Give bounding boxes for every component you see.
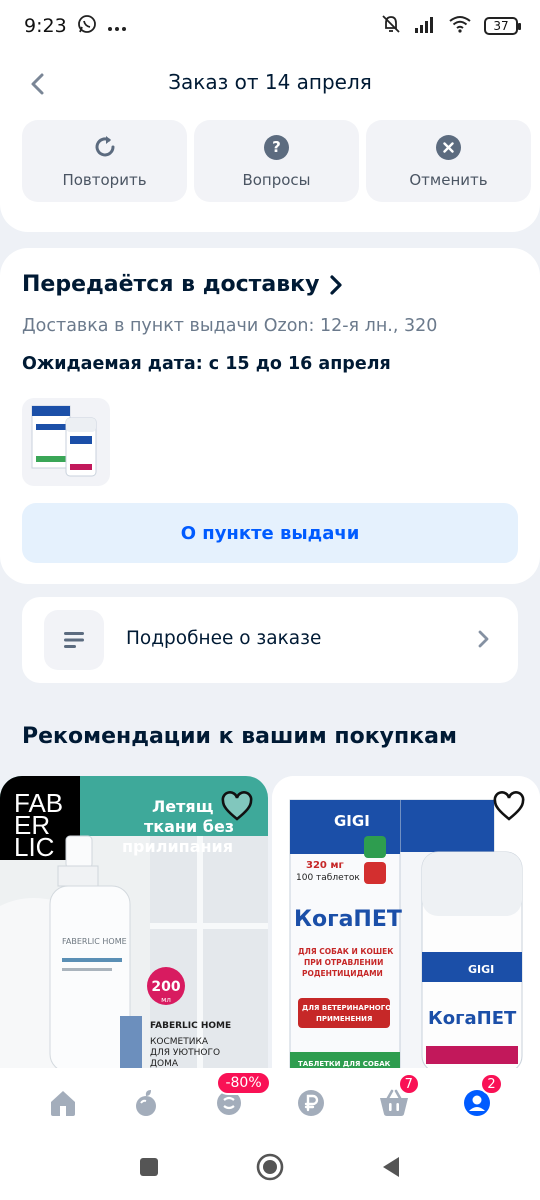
battery-icon: 37 bbox=[484, 17, 521, 35]
nav-finance[interactable] bbox=[287, 1079, 335, 1127]
kogapet-dose: 320 мг bbox=[306, 860, 344, 871]
kogapet-strip: ТАБЛЕТКИ ДЛЯ СОБАК bbox=[298, 1060, 391, 1068]
kogapet-brand: GIGI bbox=[334, 812, 370, 830]
product-card-faberlic[interactable]: FAB ER LIC Летящ ткани без прилипания FA… bbox=[0, 776, 268, 1072]
pickup-point-button[interactable]: О пункте выдачи bbox=[22, 503, 518, 563]
nav-promo[interactable]: -80% bbox=[205, 1071, 271, 1127]
nav-fresh[interactable] bbox=[122, 1079, 170, 1127]
signal-icon bbox=[414, 15, 436, 38]
home-icon bbox=[51, 1091, 76, 1116]
kogapet-jar-brand: GIGI bbox=[468, 963, 494, 976]
circle-home-icon bbox=[256, 1153, 284, 1181]
question-icon: ? bbox=[263, 133, 291, 161]
mute-icon bbox=[380, 13, 402, 40]
ruble-icon bbox=[298, 1090, 325, 1116]
faberlic-banner-line-3: прилипания bbox=[122, 837, 233, 856]
bottom-navigation: -80% 7 2 bbox=[0, 1068, 540, 1138]
nav-home[interactable] bbox=[39, 1079, 87, 1127]
nav-profile[interactable]: 2 bbox=[453, 1073, 503, 1127]
status-time: 9:23 bbox=[24, 15, 67, 37]
delivery-card: Передаётся в доставку Доставка в пункт в… bbox=[0, 248, 540, 584]
repeat-icon bbox=[91, 133, 119, 161]
order-item-thumbnail[interactable] bbox=[22, 398, 110, 486]
faberlic-volume: 200 bbox=[151, 979, 180, 995]
recommendations-title: Рекомендации к вашим покупкам bbox=[22, 724, 457, 749]
home-system-button[interactable] bbox=[256, 1153, 284, 1185]
kogapet-count: 100 таблеток bbox=[296, 873, 360, 883]
battery-level: 37 bbox=[493, 19, 509, 33]
whatsapp-icon bbox=[77, 14, 97, 39]
kogapet-desc-line-1: ДЛЯ СОБАК И КОШЕК bbox=[298, 947, 394, 956]
status-bar: 9:23 37 bbox=[0, 0, 540, 52]
delivery-status: Передаётся в доставку bbox=[22, 272, 320, 297]
cart-badge: 7 bbox=[397, 1073, 420, 1095]
questions-button[interactable]: ? Вопросы bbox=[194, 120, 359, 202]
kogapet-desc-line-2: ПРИ ОТРАВЛЕНИИ bbox=[304, 958, 383, 967]
system-navigation bbox=[0, 1138, 540, 1200]
cancel-icon bbox=[435, 133, 463, 161]
nav-cart[interactable]: 7 bbox=[370, 1073, 420, 1127]
favorite-heart-icon[interactable] bbox=[492, 790, 526, 824]
order-header-card: Заказ от 14 апреля Повторить ? Вопросы О… bbox=[0, 52, 540, 232]
product-card-kogapet[interactable]: GIGI 320 мг 100 таблеток КогаПЕТ ДЛЯ СОБ… bbox=[272, 776, 540, 1072]
kogapet-vet-line-1: ДЛЯ ВЕТЕРИНАРНОГО bbox=[302, 1004, 391, 1012]
fresh-icon bbox=[135, 1090, 156, 1116]
list-icon bbox=[44, 610, 104, 670]
promo-badge: -80% bbox=[216, 1071, 271, 1095]
order-details-label: Подробнее о заказе bbox=[126, 628, 322, 649]
kogapet-jar-name: КогаПЕТ bbox=[428, 1008, 517, 1029]
more-dots-icon bbox=[107, 15, 127, 37]
chevron-right-icon bbox=[330, 274, 343, 295]
delivery-status-link[interactable]: Передаётся в доставку bbox=[22, 272, 343, 297]
triangle-back-icon bbox=[383, 1157, 399, 1177]
delivery-address: Доставка в пункт выдачи Ozon: 12-я лн., … bbox=[22, 316, 438, 336]
favorite-heart-icon[interactable] bbox=[220, 790, 254, 824]
profile-badge: 2 bbox=[480, 1073, 503, 1095]
repeat-button[interactable]: Повторить bbox=[22, 120, 187, 202]
questions-label: Вопросы bbox=[242, 171, 311, 189]
order-actions: Повторить ? Вопросы Отменить bbox=[22, 120, 531, 202]
faberlic-banner-line-1: Летящ bbox=[152, 797, 213, 816]
kogapet-desc-line-3: РОДЕНТИЦИДАМИ bbox=[302, 969, 383, 978]
back-system-button[interactable] bbox=[380, 1155, 402, 1183]
faberlic-product-line-2: ДЛЯ УЮТНОГО bbox=[150, 1048, 220, 1058]
cancel-button[interactable]: Отменить bbox=[366, 120, 531, 202]
page-title: Заказ от 14 апреля bbox=[168, 70, 372, 94]
kogapet-name: КогаПЕТ bbox=[294, 907, 402, 932]
repeat-label: Повторить bbox=[62, 171, 147, 189]
expected-date: Ожидаемая дата: с 15 до 16 апреля bbox=[22, 354, 391, 374]
square-icon bbox=[140, 1158, 158, 1176]
wifi-icon bbox=[448, 15, 472, 38]
faberlic-logo-line-3: LIC bbox=[14, 832, 54, 862]
cancel-label: Отменить bbox=[409, 171, 488, 189]
chevron-right-icon bbox=[478, 630, 490, 652]
faberlic-bottle-label: FABERLIC HOME bbox=[62, 937, 127, 946]
faberlic-product-brand: FABERLIC HOME bbox=[150, 1021, 231, 1031]
kogapet-vet-line-2: ПРИМЕНЕНИЯ bbox=[316, 1015, 372, 1023]
order-details-row[interactable]: Подробнее о заказе bbox=[22, 597, 518, 683]
recent-apps-button[interactable] bbox=[138, 1156, 160, 1182]
faberlic-product-line-1: КОСМЕТИКА bbox=[150, 1037, 209, 1047]
faberlic-volume-unit: мл bbox=[161, 996, 171, 1004]
